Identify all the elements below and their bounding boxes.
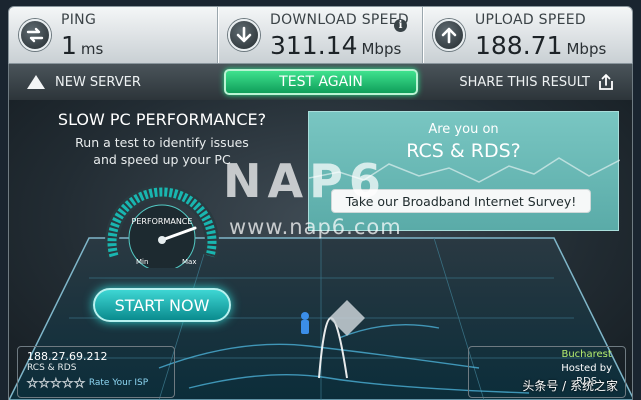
star-icon[interactable]: ★: [50, 375, 62, 390]
watermark-url: www.nap6.com: [229, 215, 402, 239]
watermark-logo: NAP6: [223, 154, 387, 208]
gauge-label: PERFORMANCE: [132, 217, 193, 226]
source-credit-watermark: 头条号 / 系统之家: [522, 379, 618, 393]
share-icon: [599, 74, 613, 90]
share-result-label: SHARE THIS RESULT: [459, 74, 590, 90]
upload-value: 188.71 Mbps: [475, 30, 607, 60]
download-stat: DOWNLOAD SPEED 311.14 Mbps i: [217, 7, 422, 63]
promo-title: SLOW PC PERFORMANCE?: [57, 110, 267, 129]
ping-label: PING: [61, 11, 97, 28]
rate-isp-link[interactable]: Rate Your ISP: [89, 378, 148, 389]
upload-arrow-icon: [433, 19, 465, 51]
ip-address: 188.27.69.212: [27, 350, 108, 363]
ping-stat: PING 1 ms: [9, 7, 217, 63]
start-now-button[interactable]: START NOW: [93, 288, 231, 322]
ping-arrows-icon: [19, 19, 51, 51]
star-icon[interactable]: ★: [27, 375, 39, 390]
star-icon[interactable]: ★: [74, 375, 86, 390]
download-value: 311.14 Mbps: [270, 30, 402, 60]
ping-value: 1 ms: [61, 30, 104, 60]
hosted-by-label: Hosted by: [561, 362, 612, 374]
star-icon[interactable]: ★: [62, 375, 74, 390]
new-server-button[interactable]: NEW SERVER: [27, 75, 141, 90]
upload-label: UPLOAD SPEED: [475, 11, 586, 28]
gauge-min: Min: [136, 258, 148, 266]
test-again-button[interactable]: TEST AGAIN: [224, 69, 418, 95]
new-server-label: NEW SERVER: [55, 74, 141, 90]
results-stage: SLOW PC PERFORMANCE? Run a test to ident…: [8, 100, 633, 400]
results-bar: PING 1 ms DOWNLOAD SPEED 311.14 Mbps i UPL…: [8, 6, 633, 64]
triangle-up-icon: [27, 75, 45, 89]
download-arrow-icon: [228, 19, 260, 51]
upload-stat: UPLOAD SPEED 188.71 Mbps: [422, 7, 632, 63]
gauge-max: Max: [182, 258, 196, 266]
download-label: DOWNLOAD SPEED: [270, 11, 409, 28]
star-icon[interactable]: ★: [38, 375, 50, 390]
survey-question-line1: Are you on: [428, 122, 499, 137]
isp-rating[interactable]: ★ ★ ★ ★ ★ Rate Your ISP: [27, 375, 149, 390]
isp-info: 188.27.69.212 RCS & RDS ★ ★ ★ ★ ★ Rate Y…: [27, 350, 149, 390]
info-icon[interactable]: i: [394, 19, 407, 32]
share-result-button[interactable]: SHARE THIS RESULT: [459, 73, 614, 91]
action-bar: NEW SERVER TEST AGAIN SHARE THIS RESULT: [8, 64, 633, 100]
isp-name: RCS & RDS: [27, 363, 77, 374]
host-city: Bucharest: [561, 349, 612, 360]
performance-gauge: PERFORMANCE Min Max: [105, 185, 219, 268]
